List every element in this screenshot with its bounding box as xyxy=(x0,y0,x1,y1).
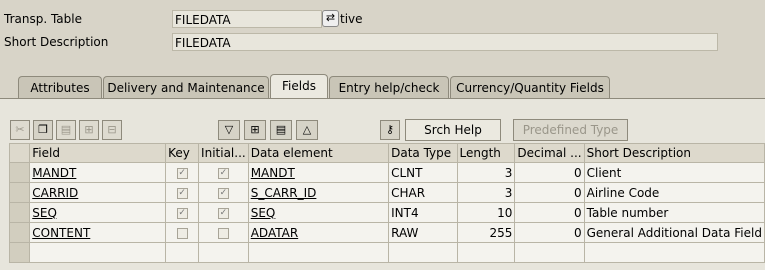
table-row: SEQ ✓ ✓ SEQ INT4 10 0 Table number xyxy=(8,202,765,223)
row-selector[interactable] xyxy=(8,162,31,183)
data-element-cell[interactable]: SEQ xyxy=(247,202,390,223)
paste-icon[interactable]: ▤ xyxy=(56,120,76,140)
tab-currency-quantity[interactable]: Currency/Quantity Fields xyxy=(450,76,610,98)
row-selector[interactable] xyxy=(8,182,31,203)
row-selector[interactable] xyxy=(8,202,31,223)
key-checkbox[interactable] xyxy=(165,222,200,243)
table-row: MANDT ✓ ✓ MANDT CLNT 3 0 Client xyxy=(8,162,765,183)
initial-cell[interactable] xyxy=(198,242,249,263)
column-header-data-type[interactable]: Data Type xyxy=(388,143,458,163)
status-text: tive xyxy=(340,12,363,26)
short-description-cell[interactable]: General Additional Data Field xyxy=(583,222,765,243)
initial-checkbox[interactable] xyxy=(198,222,249,243)
length-cell[interactable]: 10 xyxy=(456,202,516,223)
data-element-cell[interactable]: ADATAR xyxy=(247,222,390,243)
data-element-link[interactable]: SEQ xyxy=(251,206,276,220)
table-row: CARRID ✓ ✓ S_CARR_ID CHAR 3 0 Airline Co… xyxy=(8,182,765,203)
predefined-type-button[interactable]: Predefined Type xyxy=(513,119,628,141)
fields-table: Field Key Initial... Data element Data T… xyxy=(8,143,765,263)
tab-attributes[interactable]: Attributes xyxy=(18,76,102,98)
short-description-cell[interactable]: Client xyxy=(583,162,765,183)
short-description-cell[interactable]: Airline Code xyxy=(583,182,765,203)
column-header-data-element[interactable]: Data element xyxy=(247,143,390,163)
data-type-cell[interactable] xyxy=(388,242,458,263)
column-header-initial[interactable]: Initial... xyxy=(198,143,249,163)
length-cell[interactable]: 255 xyxy=(456,222,516,243)
display-change-icon[interactable]: ⇄ xyxy=(322,10,339,27)
transp-table-label: Transp. Table xyxy=(4,12,82,26)
column-header-decimal[interactable]: Decimal ... xyxy=(514,143,585,163)
copy-icon[interactable]: ❐ xyxy=(33,120,53,140)
column-header-key[interactable]: Key xyxy=(165,143,200,163)
select-block-icon[interactable]: ▤ xyxy=(270,120,292,140)
key-icon[interactable]: ⚷ xyxy=(380,120,400,140)
short-description-cell[interactable] xyxy=(583,242,765,263)
data-element-link[interactable]: ADATAR xyxy=(251,226,298,240)
column-header-short-description[interactable]: Short Description xyxy=(583,143,765,163)
field-cell[interactable] xyxy=(29,242,167,263)
length-cell[interactable]: 3 xyxy=(456,162,516,183)
table-row: CONTENT ADATAR RAW 255 0 General Additio… xyxy=(8,222,765,243)
data-type-cell[interactable]: RAW xyxy=(388,222,458,243)
field-cell[interactable]: CARRID xyxy=(29,182,167,203)
row-selector[interactable] xyxy=(8,222,31,243)
initial-checkbox[interactable]: ✓ xyxy=(198,162,249,183)
decimal-cell[interactable]: 0 xyxy=(514,222,585,243)
cut-icon[interactable]: ✂ xyxy=(10,120,30,140)
field-name-link[interactable]: SEQ xyxy=(32,206,57,220)
key-cell[interactable] xyxy=(165,242,200,263)
insert-row-icon[interactable]: ⊞ xyxy=(79,120,99,140)
sort-icon[interactable]: △ xyxy=(296,120,318,140)
data-type-cell[interactable]: CLNT xyxy=(388,162,458,183)
field-name-link[interactable]: MANDT xyxy=(32,166,76,180)
decimal-cell[interactable] xyxy=(514,242,585,263)
key-checkbox[interactable]: ✓ xyxy=(165,182,200,203)
table-row-empty xyxy=(8,242,765,263)
new-rows-icon[interactable]: ⊞ xyxy=(244,120,266,140)
length-cell[interactable] xyxy=(456,242,516,263)
column-header-field[interactable]: Field xyxy=(29,143,167,163)
row-selector[interactable] xyxy=(8,242,31,263)
filter-icon[interactable]: ▽ xyxy=(218,120,240,140)
key-checkbox[interactable]: ✓ xyxy=(165,162,200,183)
short-description-cell[interactable]: Table number xyxy=(583,202,765,223)
data-type-cell[interactable]: INT4 xyxy=(388,202,458,223)
field-name-link[interactable]: CONTENT xyxy=(32,226,90,240)
field-cell[interactable]: SEQ xyxy=(29,202,167,223)
table-header-row: Field Key Initial... Data element Data T… xyxy=(8,143,765,163)
short-description-label: Short Description xyxy=(4,35,109,49)
row-selector-header[interactable] xyxy=(8,143,31,163)
decimal-cell[interactable]: 0 xyxy=(514,182,585,203)
data-element-link[interactable]: MANDT xyxy=(251,166,295,180)
data-element-cell[interactable]: S_CARR_ID xyxy=(247,182,390,203)
srch-help-button[interactable]: Srch Help xyxy=(405,119,501,141)
column-header-length[interactable]: Length xyxy=(456,143,516,163)
key-checkbox[interactable]: ✓ xyxy=(165,202,200,223)
initial-checkbox[interactable]: ✓ xyxy=(198,202,249,223)
data-element-cell[interactable] xyxy=(247,242,390,263)
data-element-cell[interactable]: MANDT xyxy=(247,162,390,183)
field-name-link[interactable]: CARRID xyxy=(32,186,78,200)
delete-row-icon[interactable]: ⊟ xyxy=(102,120,122,140)
tab-fields[interactable]: Fields xyxy=(270,74,328,98)
short-description-field[interactable]: FILEDATA xyxy=(172,33,718,51)
decimal-cell[interactable]: 0 xyxy=(514,162,585,183)
data-type-cell[interactable]: CHAR xyxy=(388,182,458,203)
field-cell[interactable]: MANDT xyxy=(29,162,167,183)
tab-delivery-maintenance[interactable]: Delivery and Maintenance xyxy=(103,76,269,98)
tab-strip: Attributes Delivery and Maintenance Fiel… xyxy=(0,74,765,98)
initial-checkbox[interactable]: ✓ xyxy=(198,182,249,203)
tab-entry-help-check[interactable]: Entry help/check xyxy=(329,76,449,98)
transp-table-field[interactable]: FILEDATA xyxy=(172,10,322,28)
field-cell[interactable]: CONTENT xyxy=(29,222,167,243)
data-element-link[interactable]: S_CARR_ID xyxy=(251,186,317,200)
decimal-cell[interactable]: 0 xyxy=(514,202,585,223)
length-cell[interactable]: 3 xyxy=(456,182,516,203)
